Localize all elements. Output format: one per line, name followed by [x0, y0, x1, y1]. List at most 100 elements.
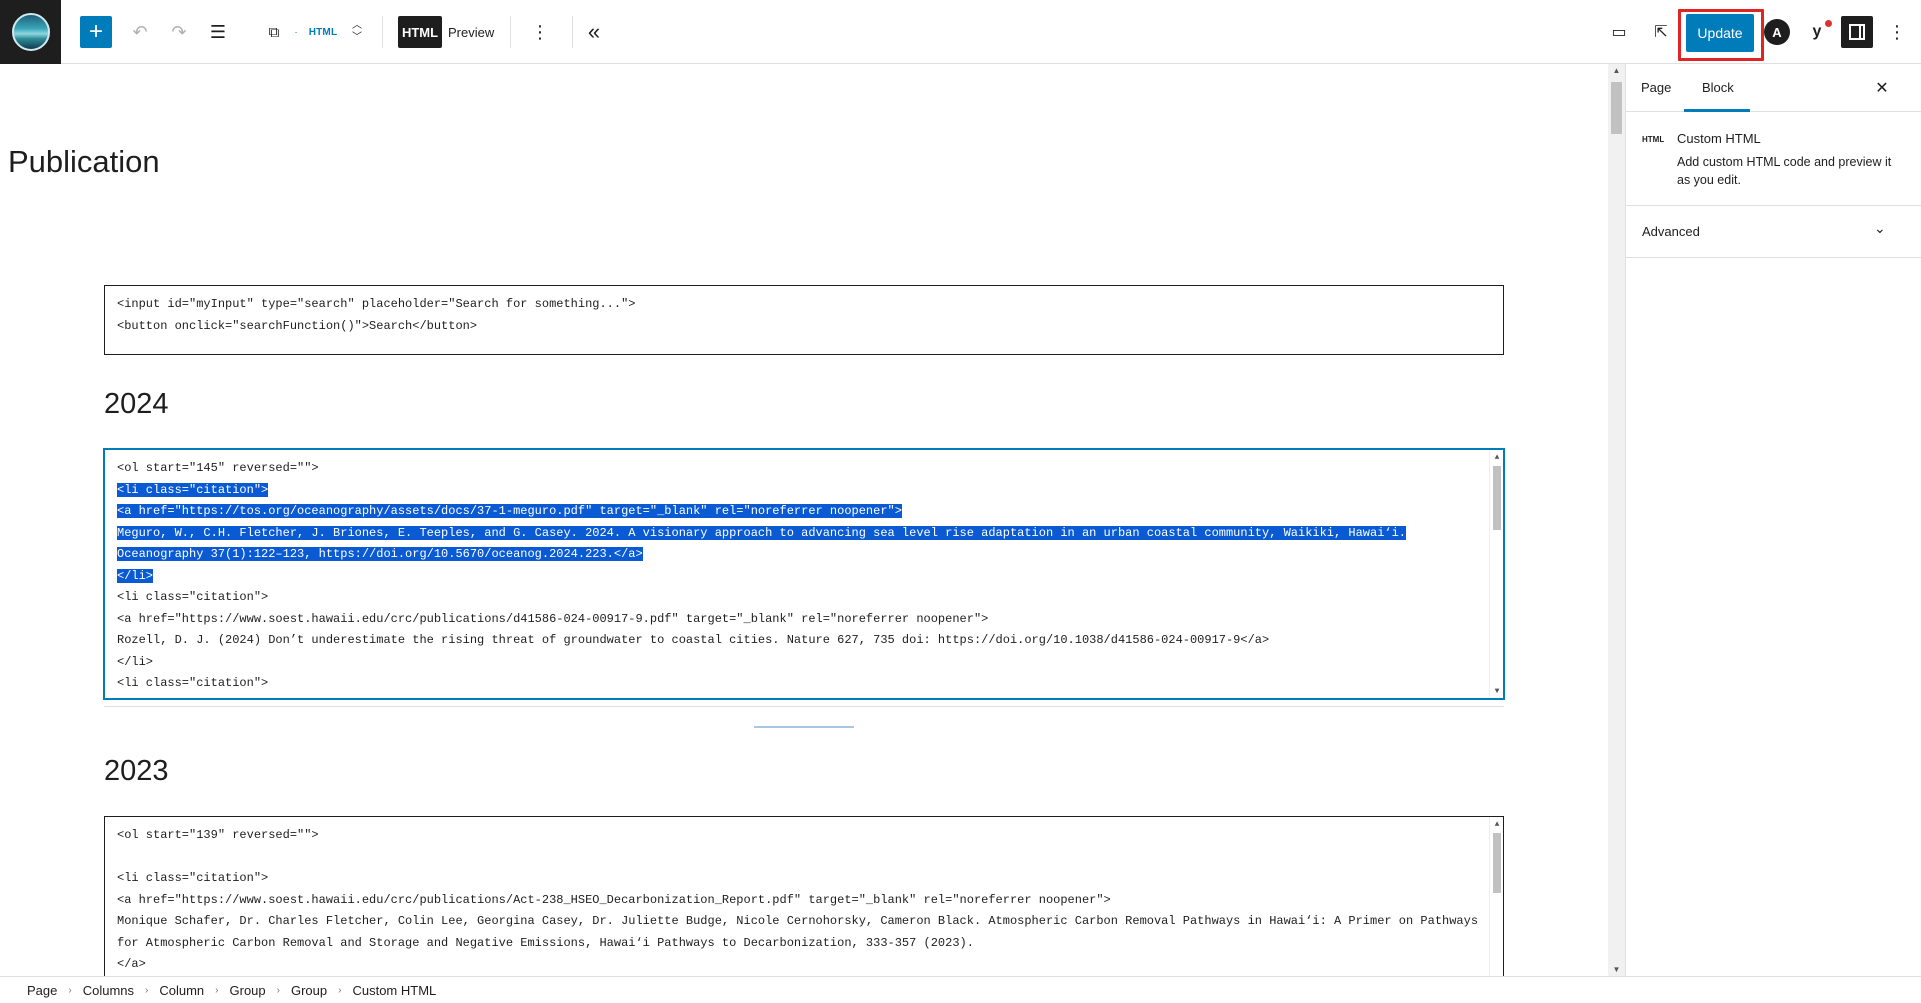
dot-separator: · — [294, 26, 298, 38]
code-line: Rozell, D. J. (2024) Don’t underestimate… — [117, 633, 1270, 647]
code-line: </a> — [117, 957, 146, 971]
code-line: for Atmospheric Carbon Removal and Stora… — [117, 935, 974, 950]
search-html-block[interactable]: <input id="myInput" type="search" placeh… — [104, 285, 1504, 355]
copy-icon: ⧉ — [268, 23, 280, 41]
block-card: HTML Custom HTML Add custom HTML code an… — [1626, 113, 1921, 206]
view-page-button[interactable]: ⇱ — [1645, 14, 1677, 50]
chevrons-left-icon: « — [587, 19, 601, 44]
selected-code-line: <li class="citation"> — [117, 482, 269, 497]
year-heading-2024[interactable]: 2024 — [104, 388, 169, 421]
canvas-scrollbar[interactable]: ▲ ▼ — [1608, 64, 1625, 976]
breadcrumb-item-columns[interactable]: Columns — [83, 983, 134, 998]
yoast-seo-button[interactable]: y — [1804, 14, 1832, 50]
redo-icon: ↷ — [171, 21, 187, 42]
chevron-right-icon: › — [338, 984, 342, 996]
scroll-up-arrow-icon[interactable]: ▲ — [1490, 817, 1503, 831]
block-description: Add custom HTML code and preview it as y… — [1677, 155, 1892, 187]
advanced-label: Advanced — [1642, 224, 1700, 239]
undo-icon: ↶ — [132, 21, 148, 42]
code-line: </li> — [117, 654, 154, 669]
breadcrumb-item-custom-html: Custom HTML — [352, 982, 437, 998]
code-line: <ol start="139" reversed=""> — [117, 828, 319, 842]
scroll-down-arrow-icon[interactable]: ▼ — [1490, 684, 1503, 698]
code-line: <input id="myInput" type="search" placeh… — [117, 297, 636, 311]
breadcrumb-item-page[interactable]: Page — [27, 983, 57, 998]
code-line: <li class="citation"> — [117, 590, 269, 604]
selected-code-line: Oceanography 37(1):122–123, https://doi.… — [117, 547, 643, 561]
redo-button[interactable]: ↷ — [163, 14, 195, 50]
html-mode-button[interactable]: HTML — [398, 16, 442, 48]
editor-canvas[interactable]: Publication <input id="myInput" type="se… — [0, 64, 1608, 976]
chevron-right-icon: › — [68, 984, 72, 996]
more-vertical-icon: ⋮ — [531, 21, 549, 42]
selected-code-line: <a href="https://tos.org/oceanography/as… — [117, 504, 902, 518]
block-resize-handle[interactable] — [754, 726, 854, 728]
block-transform-button[interactable]: ⧉ — [262, 14, 286, 50]
a-logo-icon: A — [1772, 24, 1782, 40]
year-heading-2023[interactable]: 2023 — [104, 755, 169, 788]
editor-toolbar: + ↶ ↷ ☰ ⧉ · HTML ︿ ﹀ HTML Preview ⋮ « ▭ … — [0, 0, 1921, 64]
block-mover[interactable]: ︿ ﹀ — [346, 14, 368, 50]
scrollbar-thumb[interactable] — [1493, 466, 1501, 530]
chevron-down-icon: ⌄ — [1874, 220, 1886, 236]
tab-block[interactable]: Block — [1702, 64, 1734, 112]
code-line: <a href="https://www.soest.hawaii.edu/cr… — [117, 611, 989, 626]
active-tab-indicator — [1684, 109, 1750, 112]
code-scrollbar[interactable]: ▲ — [1489, 817, 1503, 976]
external-link-icon: ⇱ — [1654, 24, 1668, 41]
block-type-indicator: HTML — [308, 26, 338, 38]
undo-button[interactable]: ↶ — [124, 14, 156, 50]
close-sidebar-button[interactable]: ✕ — [1870, 76, 1894, 100]
scroll-down-arrow-icon[interactable]: ▼ — [1608, 965, 1625, 974]
breadcrumb-item-group[interactable]: Group — [230, 983, 266, 998]
html-block-icon: HTML — [1642, 135, 1665, 144]
breadcrumb-item-group[interactable]: Group — [291, 983, 327, 998]
tab-page[interactable]: Page — [1641, 64, 1671, 112]
selected-code-line: </li> — [117, 568, 154, 583]
toolbar-divider — [510, 16, 511, 48]
list-view-icon: ☰ — [209, 21, 227, 42]
block-options-button[interactable]: ⋮ — [524, 14, 556, 50]
add-block-button[interactable]: + — [80, 16, 112, 48]
selected-code-line: Meguro, W., C.H. Fletcher, J. Briones, E… — [117, 525, 1407, 540]
scroll-up-arrow-icon[interactable]: ▲ — [1490, 450, 1503, 464]
chevron-down-icon: ﹀ — [352, 32, 362, 43]
code-scrollbar[interactable]: ▲ ▼ — [1489, 450, 1503, 698]
settings-sidebar-toggle[interactable] — [1841, 16, 1873, 48]
close-icon: ✕ — [1875, 80, 1889, 97]
update-button[interactable]: Update — [1686, 14, 1754, 52]
custom-html-editor-2023[interactable]: <ol start="139" reversed=""> <li class="… — [104, 816, 1504, 976]
code-line: <ol start="145" reversed=""> — [117, 461, 319, 475]
collapse-toolbar-button[interactable]: « — [578, 14, 610, 50]
chevron-up-icon: ︿ — [352, 20, 362, 31]
scrollbar-thumb[interactable] — [1493, 833, 1501, 893]
code-line: Monique Schafer, Dr. Charles Fletcher, C… — [117, 914, 1479, 928]
block-breadcrumb: Page › Columns › Column › Group › Group … — [0, 976, 1921, 1003]
site-logo-button[interactable] — [0, 0, 61, 64]
document-overview-button[interactable]: ☰ — [202, 14, 234, 50]
yoast-icon: y — [1812, 23, 1822, 40]
breadcrumb-item-column[interactable]: Column — [159, 983, 204, 998]
scroll-up-arrow-icon[interactable]: ▲ — [1608, 66, 1625, 75]
page-title[interactable]: Publication — [8, 144, 160, 180]
options-menu-button[interactable]: ⋮ — [1885, 14, 1909, 50]
block-bottom-border — [104, 706, 1504, 707]
sidebar-icon — [1849, 24, 1865, 40]
scrollbar-thumb[interactable] — [1611, 82, 1622, 134]
toolbar-divider — [382, 16, 383, 48]
seo-status-dot — [1825, 20, 1832, 27]
code-line: <li class="citation"> — [117, 676, 269, 690]
chevron-right-icon: › — [145, 984, 149, 996]
code-line: <a href="https://www.soest.hawaii.edu/cr… — [117, 892, 1111, 907]
settings-sidebar: Page Block ✕ HTML Custom HTML Add custom… — [1625, 64, 1921, 976]
chevron-right-icon: › — [276, 984, 280, 996]
advanced-panel-toggle[interactable]: Advanced ⌄ — [1626, 206, 1921, 258]
plus-icon: + — [88, 18, 103, 45]
plugin-a-button[interactable]: A — [1764, 19, 1790, 45]
custom-html-editor-2024[interactable]: <ol start="145" reversed=""> <li class="… — [104, 449, 1504, 699]
preview-mode-button[interactable]: Preview — [448, 16, 494, 48]
more-vertical-icon: ⋮ — [1888, 21, 1906, 42]
toolbar-divider — [572, 16, 573, 48]
code-line: <button onclick="searchFunction()">Searc… — [117, 318, 478, 333]
view-button[interactable]: ▭ — [1603, 14, 1635, 50]
